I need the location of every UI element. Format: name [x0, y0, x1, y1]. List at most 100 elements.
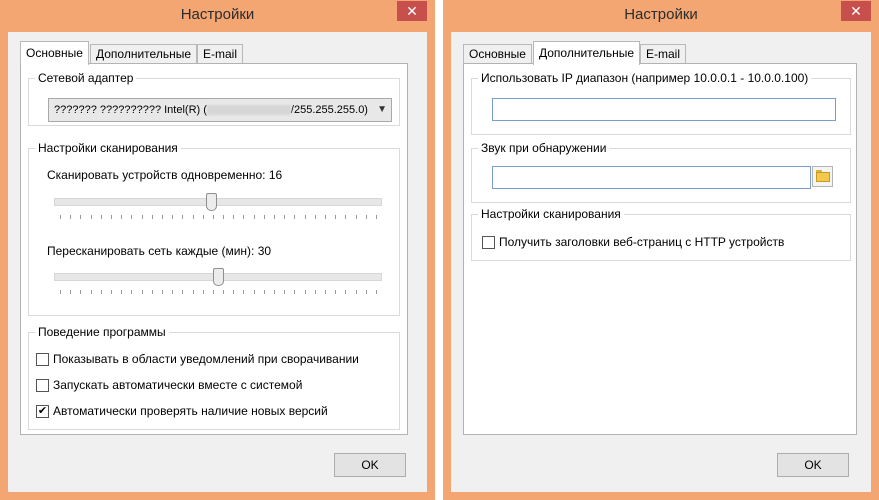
- slider-tick: [161, 215, 163, 219]
- group-network-adapter: Сетевой адаптер ??????? ?????????? Intel…: [28, 71, 400, 126]
- checkbox-box[interactable]: [482, 235, 495, 249]
- adapter-name: ??????? ?????????? Intel(R) (: [54, 104, 207, 116]
- slider-tick: [172, 290, 174, 294]
- slider-ticks: [60, 290, 377, 295]
- ip-range-input[interactable]: [492, 98, 836, 121]
- checkbox-label: Запускать автоматически вместе с системо…: [53, 378, 303, 392]
- ok-button[interactable]: OK: [777, 453, 849, 477]
- slider-tick: [212, 215, 214, 219]
- slider-tick: [212, 290, 214, 294]
- slider-tick: [182, 290, 184, 294]
- close-icon: ✕: [406, 3, 418, 19]
- slider-tick: [284, 215, 286, 219]
- checkbox-check-updates[interactable]: ✔ Автоматически проверять наличие новых …: [36, 404, 328, 418]
- chevron-down-icon: ▼: [377, 104, 387, 115]
- slider-tick: [223, 215, 225, 219]
- slider-tick: [335, 290, 337, 294]
- slider-tick: [131, 215, 133, 219]
- slider-tick: [182, 215, 184, 219]
- slider-tick: [60, 290, 61, 294]
- slider-tick: [294, 290, 296, 294]
- slider-tick: [121, 215, 123, 219]
- slider-tick: [243, 290, 245, 294]
- slider-tick: [90, 215, 92, 219]
- group-detection-sound: Звук при обнаружении: [471, 141, 851, 203]
- slider-tick: [294, 215, 296, 219]
- slider-tick: [243, 215, 245, 219]
- tab-email[interactable]: E-mail: [197, 44, 244, 64]
- title-bar[interactable]: Настройки ✕: [443, 0, 879, 32]
- tab-advanced[interactable]: Дополнительные: [533, 41, 640, 65]
- slider-tick: [100, 215, 102, 219]
- group-title: Настройки сканирования: [478, 207, 624, 221]
- group-title: Использовать IP диапазон (например 10.0.…: [478, 71, 812, 85]
- slider-tick: [121, 290, 123, 294]
- checkbox-label: Получить заголовки веб-страниц с HTTP ус…: [499, 235, 785, 249]
- slider-tick: [80, 215, 82, 219]
- tab-advanced[interactable]: Дополнительные: [90, 44, 197, 64]
- checkbox-fetch-http-titles[interactable]: Получить заголовки веб-страниц с HTTP ус…: [482, 235, 784, 249]
- ok-button[interactable]: OK: [334, 453, 406, 477]
- slider-tick: [325, 290, 327, 294]
- slider-tick: [335, 215, 337, 219]
- close-icon: ✕: [850, 3, 862, 19]
- tab-basic[interactable]: Основные: [463, 44, 532, 64]
- checkbox-label: Показывать в области уведомлений при сво…: [53, 352, 359, 366]
- slider-tick: [192, 290, 194, 294]
- slider-tick: [355, 290, 357, 294]
- settings-window-advanced: Настройки ✕ Основные Дополнительные E-ma…: [443, 0, 879, 500]
- slider-tick: [161, 290, 163, 294]
- tab-email[interactable]: E-mail: [640, 44, 687, 64]
- slider-tick: [376, 215, 377, 219]
- slider-tick: [365, 215, 367, 219]
- slider-tick: [192, 215, 194, 219]
- slider-tick: [172, 215, 174, 219]
- close-button[interactable]: ✕: [841, 1, 871, 21]
- checkbox-show-in-tray[interactable]: Показывать в области уведомлений при сво…: [36, 352, 359, 366]
- slider-tick: [70, 215, 72, 219]
- slider-tick: [263, 290, 265, 294]
- slider-tick: [110, 290, 112, 294]
- checkbox-box[interactable]: [36, 352, 49, 366]
- window-title: Настройки: [180, 6, 255, 23]
- checkbox-label: Автоматически проверять наличие новых ве…: [53, 404, 328, 418]
- rescan-slider[interactable]: [54, 268, 382, 298]
- checkbox-autostart[interactable]: Запускать автоматически вместе с системо…: [36, 378, 302, 392]
- slider-tick: [90, 290, 92, 294]
- group-title: Поведение программы: [35, 325, 169, 339]
- slider-tick: [376, 290, 377, 294]
- sound-file-input[interactable]: [492, 166, 811, 189]
- slider-track: [54, 198, 382, 206]
- slider-tick: [60, 215, 61, 219]
- rescan-label: Пересканировать сеть каждые (мин): 30: [47, 244, 272, 258]
- title-bar[interactable]: Настройки ✕: [0, 0, 435, 32]
- window-client: Основные Дополнительные E-mail Сетевой а…: [8, 32, 427, 492]
- slider-tick: [253, 215, 255, 219]
- checkbox-box[interactable]: ✔: [36, 404, 49, 418]
- tab-panel-advanced: Использовать IP диапазон (например 10.0.…: [463, 63, 857, 435]
- slider-tick: [253, 290, 255, 294]
- checkbox-box[interactable]: [36, 378, 49, 392]
- network-adapter-select[interactable]: ??????? ?????????? Intel(R) (/255.255.25…: [48, 98, 392, 122]
- slider-tick: [304, 290, 306, 294]
- close-button[interactable]: ✕: [397, 1, 427, 21]
- slider-tick: [202, 290, 204, 294]
- browse-button[interactable]: [812, 166, 833, 187]
- slider-tick: [202, 215, 204, 219]
- tab-basic[interactable]: Основные: [20, 41, 89, 65]
- group-title: Настройки сканирования: [35, 141, 181, 155]
- devices-slider[interactable]: [54, 193, 382, 223]
- devices-label: Сканировать устройств одновременно: 16: [47, 168, 283, 182]
- slider-tick: [233, 290, 235, 294]
- slider-tick: [141, 290, 143, 294]
- slider-tick: [325, 215, 327, 219]
- slider-tick: [70, 290, 72, 294]
- slider-thumb[interactable]: [206, 193, 217, 211]
- slider-tick: [284, 290, 286, 294]
- group-scan-settings: Настройки сканирования Сканировать устро…: [28, 141, 400, 316]
- window-title: Настройки: [624, 6, 698, 23]
- slider-tick: [151, 215, 153, 219]
- slider-tick: [131, 290, 133, 294]
- slider-thumb[interactable]: [213, 268, 224, 286]
- group-ip-range: Использовать IP диапазон (например 10.0.…: [471, 71, 851, 135]
